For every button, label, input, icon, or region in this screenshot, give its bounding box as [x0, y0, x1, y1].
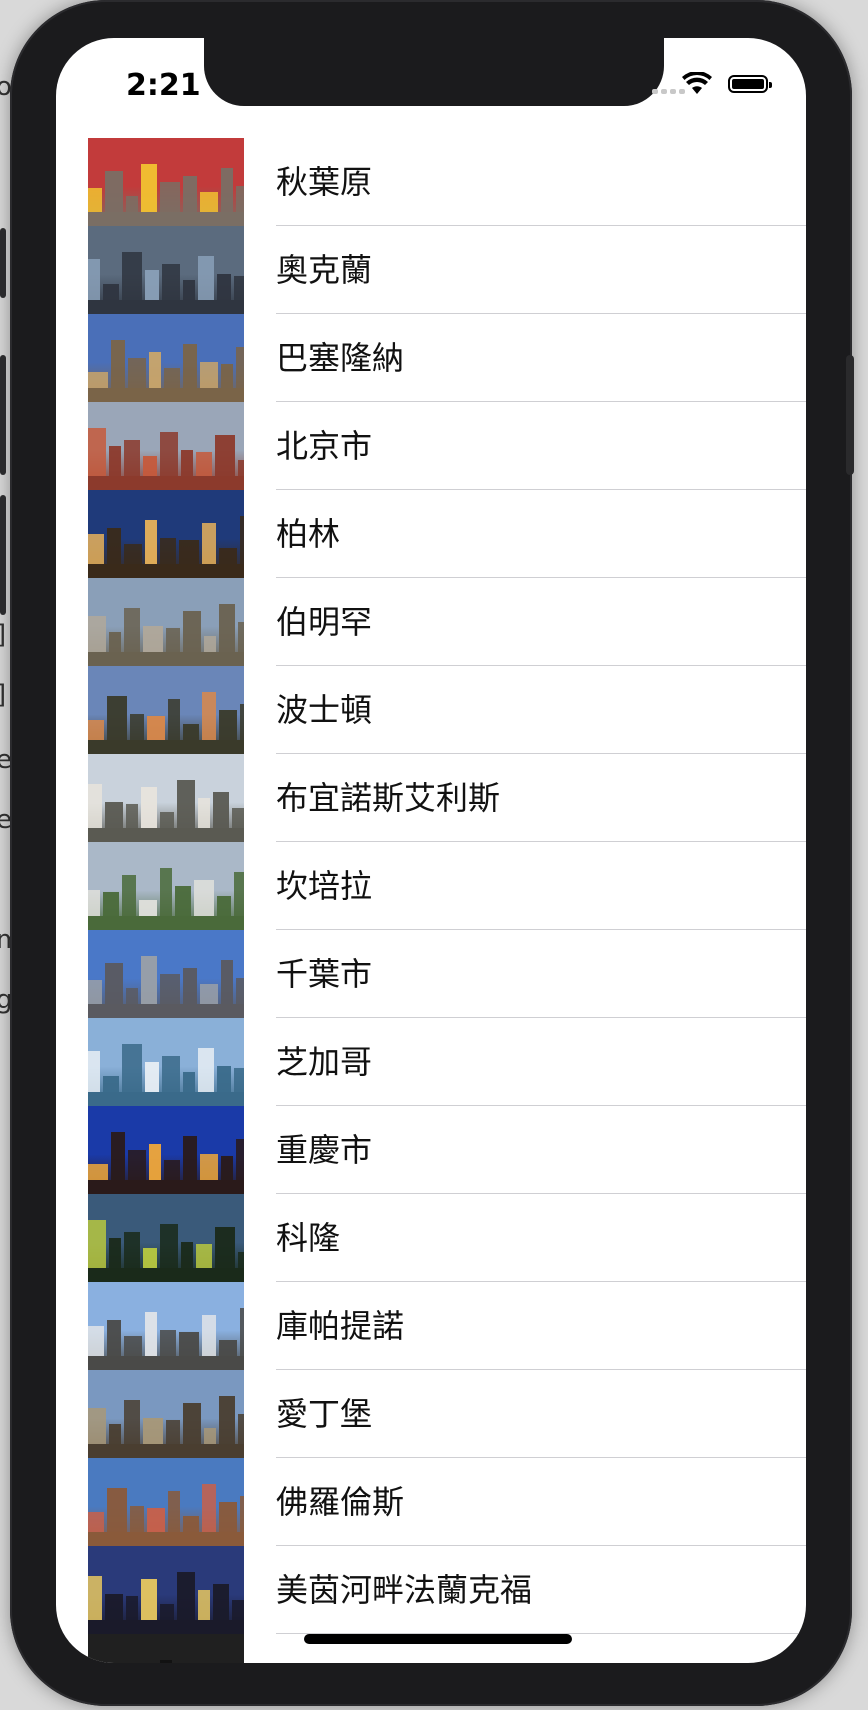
table-row[interactable]: 重慶市 — [56, 1106, 806, 1194]
notch — [204, 38, 664, 106]
battery-icon — [728, 75, 772, 93]
table-row[interactable]: 愛丁堡 — [56, 1370, 806, 1458]
city-name: 波士頓 — [276, 691, 373, 729]
city-thumbnail — [88, 314, 244, 402]
city-thumbnail — [88, 138, 244, 226]
city-thumbnail — [88, 1194, 244, 1282]
table-row[interactable]: 巴塞隆納 — [56, 314, 806, 402]
table-row[interactable]: 柏林 — [56, 490, 806, 578]
city-thumbnail — [88, 930, 244, 1018]
side-button — [846, 355, 854, 475]
wifi-icon — [682, 72, 712, 94]
table-row[interactable]: 芝加哥 — [56, 1018, 806, 1106]
city-table[interactable]: 秋葉原奧克蘭巴塞隆納北京市柏林伯明罕波士頓布宜諾斯艾利斯 坎培拉千葉市芝加哥重慶市… — [56, 138, 806, 1663]
city-name: 柏林 — [276, 515, 341, 553]
city-name: 奧克蘭 — [276, 251, 373, 289]
city-name: 北京市 — [276, 427, 373, 465]
volume-down-button — [0, 495, 6, 615]
table-row[interactable]: 奧克蘭 — [56, 226, 806, 314]
table-row[interactable]: 佛羅倫斯 — [56, 1458, 806, 1546]
city-thumbnail — [88, 226, 244, 314]
table-row[interactable]: 庫帕提諾 — [56, 1282, 806, 1370]
volume-up-button — [0, 355, 6, 475]
city-thumbnail — [88, 842, 244, 930]
city-name: 坎培拉 — [276, 867, 373, 905]
device-screen: 2:21 秋葉原奧克蘭巴塞隆納北京市柏林伯明罕波士頓布宜諾斯艾利斯 坎培拉千葉市芝… — [56, 38, 806, 1663]
background-text: ] — [0, 620, 6, 650]
city-thumbnail — [88, 1546, 244, 1634]
city-thumbnail — [88, 490, 244, 578]
city-name: 秋葉原 — [276, 163, 373, 201]
city-name: 芝加哥 — [276, 1043, 373, 1081]
table-row[interactable]: 布宜諾斯艾利斯 — [56, 754, 806, 842]
city-thumbnail — [88, 402, 244, 490]
home-indicator[interactable] — [304, 1634, 572, 1644]
city-name: 庫帕提諾 — [276, 1307, 405, 1345]
silent-switch — [0, 228, 6, 298]
table-row[interactable]: 千葉市 — [56, 930, 806, 1018]
city-name: 美茵河畔法蘭克福 — [276, 1571, 533, 1609]
table-row[interactable]: 波士頓 — [56, 666, 806, 754]
city-name: 布宜諾斯艾利斯 — [276, 779, 501, 817]
city-name: 重慶市 — [276, 1131, 373, 1169]
city-thumbnail — [88, 1634, 244, 1663]
city-thumbnail — [88, 754, 244, 842]
table-row[interactable]: 秋葉原 — [56, 138, 806, 226]
background-text: ] — [0, 680, 6, 710]
city-thumbnail — [88, 1370, 244, 1458]
city-name: 科隆 — [276, 1219, 341, 1257]
city-name: 佛羅倫斯 — [276, 1483, 405, 1521]
city-thumbnail — [88, 1106, 244, 1194]
status-time: 2:21 — [126, 68, 201, 103]
phone-frame: 2:21 秋葉原奧克蘭巴塞隆納北京市柏林伯明罕波士頓布宜諾斯艾利斯 坎培拉千葉市芝… — [0, 0, 854, 1706]
city-thumbnail — [88, 1018, 244, 1106]
city-name: 巴塞隆納 — [276, 339, 405, 377]
table-row[interactable]: 坎培拉 — [56, 842, 806, 930]
table-row[interactable]: 伯明罕 — [56, 578, 806, 666]
table-row[interactable]: 美茵河畔法蘭克福 — [56, 1546, 806, 1634]
city-thumbnail — [88, 1282, 244, 1370]
city-thumbnail — [88, 1458, 244, 1546]
city-name: 愛丁堡 — [276, 1395, 373, 1433]
cellular-signal-icon — [652, 89, 685, 94]
table-row[interactable]: 北京市 — [56, 402, 806, 490]
city-name: 千葉市 — [276, 955, 373, 993]
city-thumbnail — [88, 578, 244, 666]
table-row[interactable]: 科隆 — [56, 1194, 806, 1282]
city-name: 伯明罕 — [276, 603, 373, 641]
city-thumbnail — [88, 666, 244, 754]
